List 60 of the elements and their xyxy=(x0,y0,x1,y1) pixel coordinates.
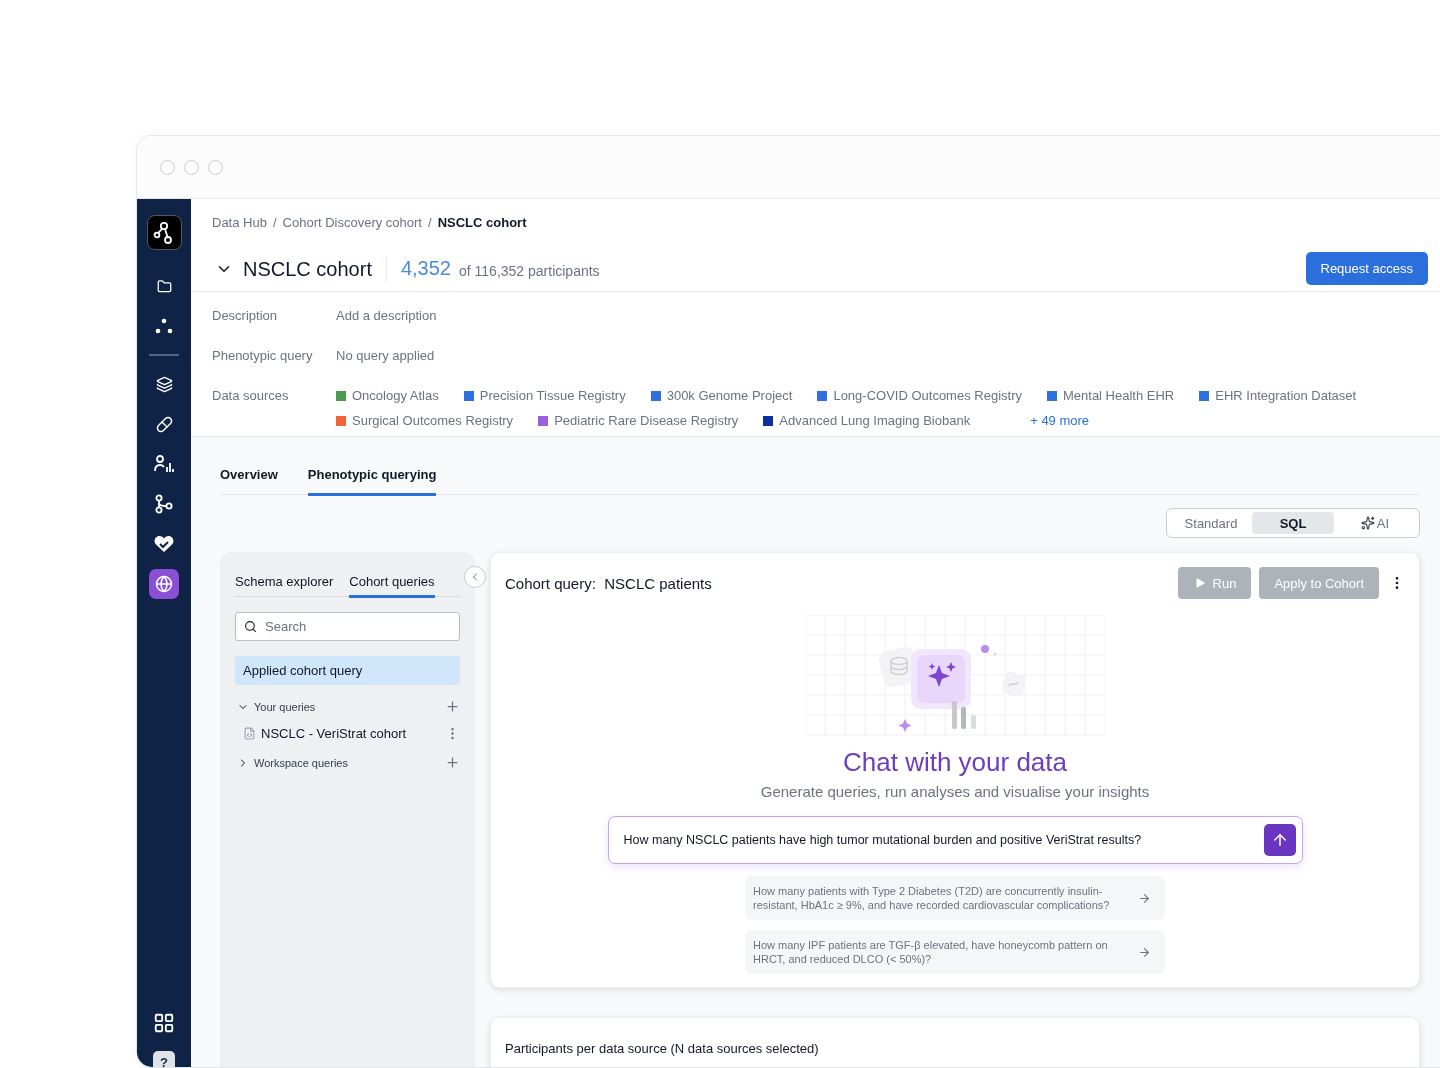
arrow-icon xyxy=(1138,891,1151,905)
data-source-tag: EHR Integration Dataset xyxy=(1199,388,1357,403)
data-source-tag: Pediatric Rare Disease Registry xyxy=(538,413,739,428)
participant-count: 4,352 xyxy=(400,257,451,280)
folder-icon xyxy=(156,278,172,294)
branch-icon xyxy=(155,494,173,514)
request-access-button[interactable]: Request access xyxy=(1305,252,1428,285)
chat-subheading: Generate queries, run analyses and visualise your insights xyxy=(760,783,1150,800)
grid-icon xyxy=(153,1012,175,1034)
logo-icon xyxy=(146,215,182,250)
data-source-tag: Mental Health EHR xyxy=(1047,388,1175,403)
detail-label: Description xyxy=(212,308,279,325)
arrow-icon xyxy=(1138,945,1151,959)
chat-heading: Chat with your data xyxy=(843,747,1067,778)
tab[interactable]: Overview xyxy=(220,461,278,496)
query-name[interactable]: NSCLC - VeriStrat cohort xyxy=(261,726,440,741)
breadcrumb-separator: / xyxy=(272,215,277,230)
help-button[interactable]: ? xyxy=(153,1051,175,1067)
card-title: Participants per data source (N data sources selected) xyxy=(505,1040,820,1058)
breadcrumb[interactable]: Cohort Discovery cohort xyxy=(282,215,422,230)
add-icon[interactable] xyxy=(445,755,460,770)
heart-check-icon xyxy=(154,535,174,553)
participant-total: of 116,352 participants xyxy=(459,262,600,279)
layers-icon xyxy=(155,375,173,393)
detail-value: No query applied xyxy=(336,348,435,365)
send-button[interactable] xyxy=(1263,824,1296,856)
breadcrumb[interactable]: Data Hub xyxy=(212,215,267,230)
add-icon[interactable] xyxy=(445,699,460,714)
data-source-tag: Oncology Atlas xyxy=(336,388,439,403)
search-field[interactable]: Search xyxy=(235,612,460,641)
tab[interactable]: Cohort queries xyxy=(349,574,435,598)
cohort-title: NSCLC cohort xyxy=(243,255,387,282)
data-source-tag: Long-COVID Outcomes Registry xyxy=(817,388,1022,403)
tab[interactable]: Phenotypic querying xyxy=(307,461,437,496)
data-source-tag: Advanced Lung Imaging Biobank xyxy=(763,413,971,428)
mode-option[interactable]: SQL xyxy=(1252,512,1334,534)
sparkle-icon xyxy=(1360,516,1375,530)
person-chart-icon xyxy=(154,455,174,473)
globe-icon xyxy=(155,575,173,593)
file-code-icon xyxy=(243,727,256,740)
data-source-tag: Precision Tissue Registry xyxy=(463,388,626,403)
mode-option[interactable]: Standard xyxy=(1170,512,1252,534)
data-source-tag: Surgical Outcomes Registry xyxy=(336,413,514,428)
data-source-tag: 300k Genome Project xyxy=(650,388,793,403)
card-title: Cohort query: NSCLC patients xyxy=(505,574,713,592)
detail-label: Phenotypic query xyxy=(212,348,314,365)
group-label: Your queries xyxy=(254,700,317,713)
detail-value[interactable]: Add a description xyxy=(336,308,437,348)
breadcrumb-separator: / xyxy=(428,215,432,230)
tab[interactable]: Schema explorer xyxy=(235,574,334,598)
dots-icon xyxy=(155,318,173,334)
search-icon xyxy=(244,620,257,633)
breadcrumb[interactable]: NSCLC cohort xyxy=(437,215,527,230)
pill-icon xyxy=(155,415,173,433)
more-link[interactable]: + 49 more xyxy=(1030,413,1090,428)
list-item[interactable]: Applied cohort query xyxy=(235,656,460,685)
mode-option[interactable]: AI xyxy=(1334,512,1416,534)
sidebar-item[interactable] xyxy=(149,569,179,599)
group-label: Workspace queries xyxy=(254,756,349,769)
detail-label: Data sources xyxy=(212,388,290,405)
